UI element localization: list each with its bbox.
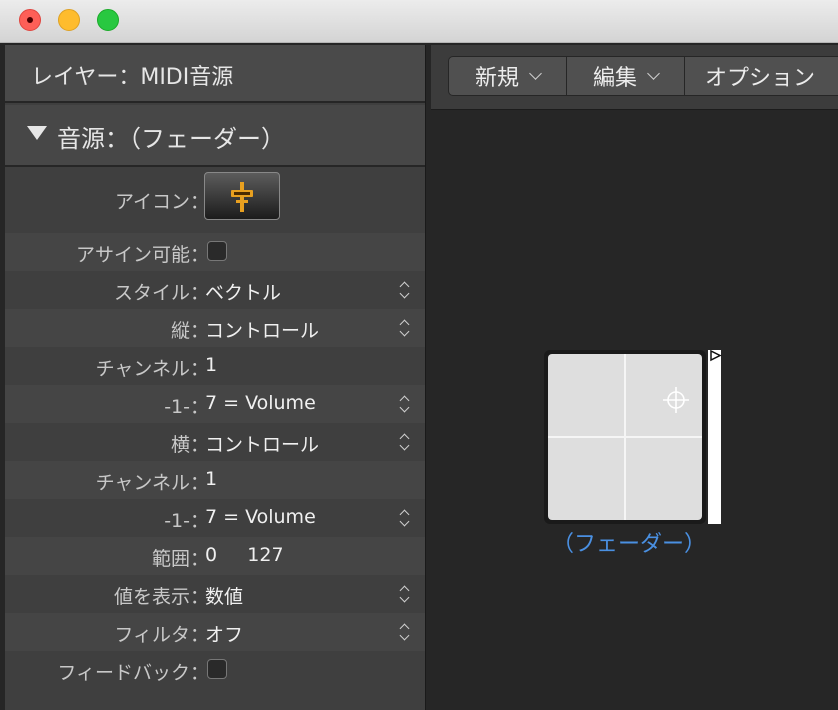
edit-menu-label: 編集 bbox=[592, 66, 637, 91]
close-button[interactable] bbox=[19, 9, 41, 31]
disclosure-triangle-icon[interactable] bbox=[27, 126, 47, 140]
row-label: -1-： bbox=[164, 396, 209, 418]
section-header[interactable]: 音源：（フェーダー） bbox=[5, 105, 425, 167]
row-range: 範囲： 0 127 bbox=[5, 537, 425, 575]
row-label: 縦： bbox=[170, 320, 209, 342]
row-label: -1-： bbox=[164, 510, 209, 532]
row-label: アサイン可能： bbox=[75, 244, 209, 266]
row-label: チャンネル： bbox=[95, 358, 209, 380]
inspector-panel: レイヤー：MIDI音源 音源：（フェーダー） アイコン： アサイン可能： スタイ… bbox=[5, 45, 426, 710]
vector-pad[interactable] bbox=[548, 354, 702, 520]
inspector-header: レイヤー：MIDI音源 bbox=[5, 45, 425, 103]
row-label: フィルタ： bbox=[114, 624, 209, 646]
edit-menu-button[interactable]: 編集 bbox=[567, 57, 685, 95]
environment-canvas[interactable]: （フェーダー） bbox=[431, 110, 838, 710]
range-value[interactable]: 0 127 bbox=[205, 544, 284, 566]
updown-arrows-icon[interactable] bbox=[400, 433, 410, 451]
updown-arrows-icon[interactable] bbox=[400, 509, 410, 527]
row-label: アイコン： bbox=[114, 191, 209, 213]
updown-arrows-icon[interactable] bbox=[400, 395, 410, 413]
chevron-down-icon bbox=[647, 67, 660, 80]
row-cc-horizontal[interactable]: -1-： 7 = Volume bbox=[5, 499, 425, 537]
title-bar bbox=[0, 0, 838, 43]
object-name-label[interactable]: （フェーダー） bbox=[544, 526, 714, 558]
updown-arrows-icon[interactable] bbox=[400, 623, 410, 641]
output-port-arrow-icon[interactable] bbox=[710, 350, 722, 362]
row-vertical[interactable]: 縦： コントロール bbox=[5, 309, 425, 347]
style-popup-value[interactable]: ベクトル bbox=[205, 278, 281, 305]
zoom-button[interactable] bbox=[97, 9, 119, 31]
row-assignable: アサイン可能： bbox=[5, 233, 425, 271]
toolbar-menu-group: 新規 編集 オプション bbox=[448, 56, 838, 96]
new-menu-button[interactable]: 新規 bbox=[449, 57, 567, 95]
row-icon: アイコン： bbox=[5, 167, 425, 233]
vertical-popup-value[interactable]: コントロール bbox=[205, 316, 319, 343]
environment-toolbar: 新規 編集 オプション bbox=[431, 45, 838, 110]
options-menu-button[interactable]: オプション bbox=[685, 57, 838, 95]
vector-fader-object[interactable] bbox=[544, 350, 706, 524]
row-label: チャンネル： bbox=[95, 472, 209, 494]
cc-popup-value[interactable]: 7 = Volume bbox=[205, 392, 316, 414]
row-feedback: フィードバック： bbox=[5, 651, 425, 689]
row-filter[interactable]: フィルタ： オフ bbox=[5, 613, 425, 651]
updown-arrows-icon[interactable] bbox=[400, 585, 410, 603]
row-channel-horizontal: チャンネル： 1 bbox=[5, 461, 425, 499]
row-cc-vertical[interactable]: -1-： 7 = Volume bbox=[5, 385, 425, 423]
row-horizontal[interactable]: 横： コントロール bbox=[5, 423, 425, 461]
feedback-checkbox[interactable] bbox=[207, 659, 227, 679]
value-display-popup-value[interactable]: 数値 bbox=[205, 582, 243, 609]
row-channel-vertical: チャンネル： 1 bbox=[5, 347, 425, 385]
icon-well[interactable] bbox=[204, 172, 280, 220]
cc-popup-value[interactable]: 7 = Volume bbox=[205, 506, 316, 528]
output-port-strip[interactable] bbox=[708, 350, 721, 524]
row-label: フィードバック： bbox=[57, 662, 209, 684]
row-value-display[interactable]: 値を表示： 数値 bbox=[5, 575, 425, 613]
fader-icon bbox=[231, 182, 253, 212]
updown-arrows-icon[interactable] bbox=[400, 281, 410, 299]
horizontal-axis-line bbox=[548, 436, 702, 438]
crosshair-icon[interactable] bbox=[663, 387, 689, 413]
chevron-down-icon bbox=[529, 67, 542, 80]
row-label: 値を表示： bbox=[113, 586, 209, 608]
minimize-button[interactable] bbox=[58, 9, 80, 31]
updown-arrows-icon[interactable] bbox=[400, 319, 410, 337]
row-label: 範囲： bbox=[151, 548, 209, 570]
options-menu-label: オプション bbox=[705, 66, 816, 91]
horizontal-popup-value[interactable]: コントロール bbox=[205, 430, 319, 457]
section-title: 音源：（フェーダー） bbox=[57, 125, 285, 153]
layer-title: レイヤー：MIDI音源 bbox=[31, 65, 234, 90]
row-style[interactable]: スタイル： ベクトル bbox=[5, 271, 425, 309]
row-label: 横： bbox=[170, 434, 209, 456]
channel-value[interactable]: 1 bbox=[205, 468, 217, 490]
new-menu-label: 新規 bbox=[474, 66, 519, 91]
assignable-checkbox[interactable] bbox=[207, 241, 227, 261]
channel-value[interactable]: 1 bbox=[205, 354, 217, 376]
filter-popup-value[interactable]: オフ bbox=[205, 620, 243, 647]
row-label: スタイル： bbox=[113, 282, 209, 304]
